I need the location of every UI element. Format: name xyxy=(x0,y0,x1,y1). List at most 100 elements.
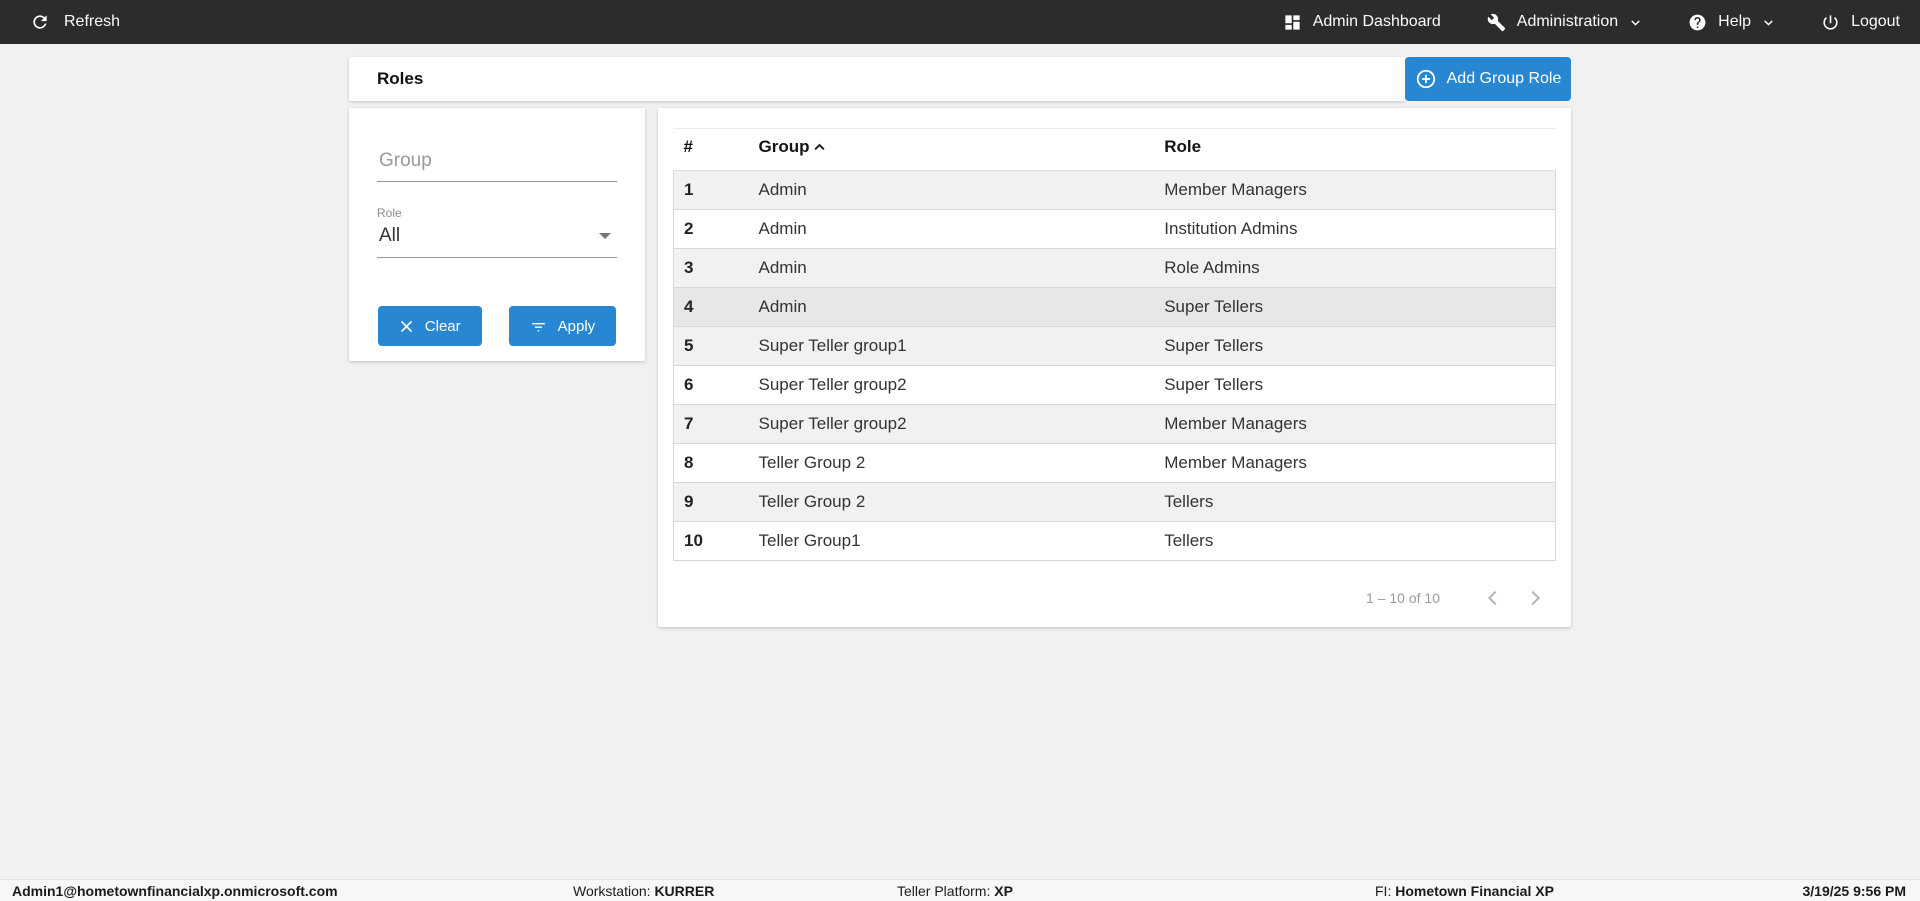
row-number: 7 xyxy=(673,404,749,444)
help-icon xyxy=(1688,13,1707,32)
plus-circle-icon xyxy=(1415,68,1437,90)
role-filter-label: Role xyxy=(377,206,402,220)
status-bar: Admin1@hometownfinancialxp.onmicrosoft.c… xyxy=(0,879,1920,901)
apply-button-label: Apply xyxy=(557,317,596,335)
pagination-nav xyxy=(1482,587,1546,609)
clear-x-icon xyxy=(399,319,414,334)
table-row[interactable]: 10 Teller Group1 Tellers xyxy=(673,521,1557,561)
refresh-button[interactable]: Refresh xyxy=(20,12,120,32)
roles-table-card: # Group Role 1 Admin Member Managers 2 A… xyxy=(658,108,1571,627)
filter-icon xyxy=(530,318,547,335)
clear-button[interactable]: Clear xyxy=(377,306,482,346)
table-row[interactable]: 4 Admin Super Tellers xyxy=(673,287,1557,327)
row-role: Member Managers xyxy=(1154,404,1557,444)
pagination-range: 1 – 10 of 10 xyxy=(1366,590,1440,606)
row-role: Member Managers xyxy=(1154,170,1557,210)
menu-item-logout[interactable]: Logout xyxy=(1821,13,1900,32)
page-title: Roles xyxy=(377,69,424,88)
roles-table: # Group Role 1 Admin Member Managers 2 A… xyxy=(673,128,1557,561)
menu-item-label: Administration xyxy=(1516,13,1619,30)
top-navigation-bar: Refresh Admin Dashboard Administration H… xyxy=(0,0,1920,44)
menu-item-label: Help xyxy=(1718,13,1752,30)
menu-item-administration[interactable]: Administration xyxy=(1487,13,1642,32)
menu-item-help[interactable]: Help xyxy=(1688,13,1775,32)
previous-page-button[interactable] xyxy=(1482,587,1504,609)
row-number: 6 xyxy=(673,365,749,405)
row-role: Institution Admins xyxy=(1154,209,1557,249)
row-number: 5 xyxy=(673,326,749,366)
group-filter-input[interactable] xyxy=(377,146,617,182)
fi-value: Hometown Financial XP xyxy=(1395,882,1554,899)
role-filter-select[interactable]: Role All xyxy=(377,206,617,258)
workstation-label: Workstation: xyxy=(573,882,651,899)
dashboard-icon xyxy=(1283,13,1302,32)
row-group: Admin xyxy=(748,248,1155,288)
chevron-down-icon xyxy=(1629,16,1642,29)
row-role: Super Tellers xyxy=(1154,287,1557,327)
clear-button-label: Clear xyxy=(424,317,461,335)
column-header-role[interactable]: Role xyxy=(1154,128,1556,171)
workstation-value: KURRER xyxy=(654,882,715,899)
table-row[interactable]: 9 Teller Group 2 Tellers xyxy=(673,482,1557,522)
table-row[interactable]: 5 Super Teller group1 Super Tellers xyxy=(673,326,1557,366)
table-row[interactable]: 8 Teller Group 2 Member Managers xyxy=(673,443,1557,483)
row-number: 1 xyxy=(673,170,749,210)
apply-button[interactable]: Apply xyxy=(508,306,617,346)
column-header-group[interactable]: Group xyxy=(748,128,1155,171)
row-group: Super Teller group1 xyxy=(748,326,1155,366)
row-group: Admin xyxy=(748,170,1155,210)
page-title-bar: Roles xyxy=(349,57,1405,101)
menu-item-label: Admin Dashboard xyxy=(1312,13,1441,30)
platform-label: Teller Platform: xyxy=(897,882,991,899)
row-role: Tellers xyxy=(1154,521,1557,561)
row-role: Member Managers xyxy=(1154,443,1557,483)
wrench-icon xyxy=(1487,13,1506,32)
refresh-label: Refresh xyxy=(64,13,121,30)
row-role: Super Tellers xyxy=(1154,326,1557,366)
table-row[interactable]: 1 Admin Member Managers xyxy=(673,170,1557,210)
filter-panel: Role All Clear xyxy=(349,108,645,361)
row-number: 2 xyxy=(673,209,749,249)
content-area: Roles Add Group Role Role All xyxy=(349,57,1571,627)
filter-buttons-row: Clear Apply xyxy=(377,306,617,346)
row-number: 3 xyxy=(673,248,749,288)
table-row[interactable]: 2 Admin Institution Admins xyxy=(673,209,1557,249)
row-group: Teller Group 2 xyxy=(748,482,1155,522)
table-row[interactable]: 3 Admin Role Admins xyxy=(673,248,1557,288)
menu-item-admin-dashboard[interactable]: Admin Dashboard xyxy=(1283,13,1441,32)
role-filter-value: All xyxy=(379,225,401,246)
sort-ascending-icon xyxy=(812,140,827,155)
dropdown-arrow-icon xyxy=(599,233,611,239)
table-row[interactable]: 7 Super Teller group2 Member Managers xyxy=(673,404,1557,444)
page-toolbar: Roles Add Group Role xyxy=(349,57,1571,101)
row-number: 10 xyxy=(673,521,749,561)
status-fi: FI: Hometown Financial XP xyxy=(1375,883,1554,899)
row-role: Tellers xyxy=(1154,482,1557,522)
table-row[interactable]: 6 Super Teller group2 Super Tellers xyxy=(673,365,1557,405)
row-group: Admin xyxy=(748,287,1155,327)
status-datetime: 3/19/25 9:56 PM xyxy=(1802,882,1906,899)
row-number: 4 xyxy=(673,287,749,327)
topbar-menu: Admin Dashboard Administration Help Logo… xyxy=(1283,13,1900,32)
add-group-role-button[interactable]: Add Group Role xyxy=(1405,57,1571,101)
table-header-row: # Group Role xyxy=(673,128,1556,171)
fi-label: FI: xyxy=(1375,882,1392,899)
row-group: Admin xyxy=(748,209,1155,249)
next-page-button[interactable] xyxy=(1524,587,1546,609)
menu-item-label: Logout xyxy=(1851,13,1900,30)
power-icon xyxy=(1821,13,1840,32)
row-group: Teller Group 2 xyxy=(748,443,1155,483)
row-role: Super Tellers xyxy=(1154,365,1557,405)
refresh-icon xyxy=(30,12,50,32)
status-workstation: Workstation: KURRER xyxy=(573,883,714,899)
row-group: Super Teller group2 xyxy=(748,365,1155,405)
platform-value: XP xyxy=(994,882,1013,899)
column-header-number[interactable]: # xyxy=(673,128,749,171)
row-group: Super Teller group2 xyxy=(748,404,1155,444)
row-role: Role Admins xyxy=(1154,248,1557,288)
main-row: Role All Clear xyxy=(349,108,1571,627)
status-user: Admin1@hometownfinancialxp.onmicrosoft.c… xyxy=(12,882,338,899)
table-body: 1 Admin Member Managers 2 Admin Institut… xyxy=(673,170,1557,561)
chevron-down-icon xyxy=(1762,16,1775,29)
pagination-bar: 1 – 10 of 10 xyxy=(673,587,1556,609)
